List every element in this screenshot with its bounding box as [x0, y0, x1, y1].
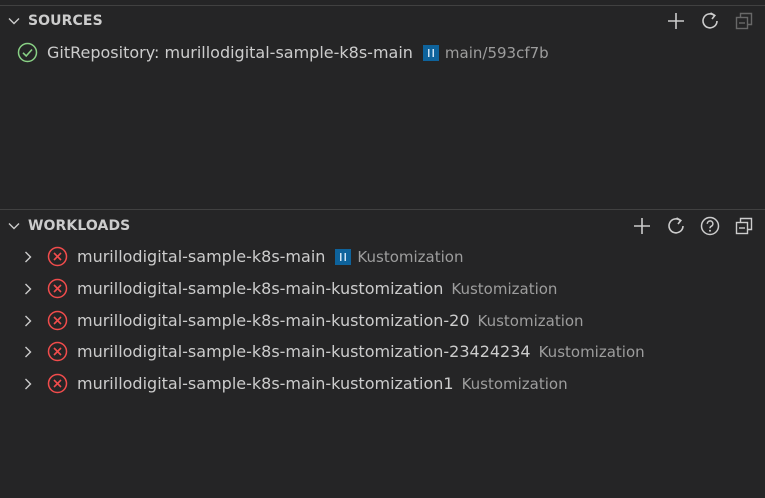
add-icon[interactable]: [631, 215, 653, 237]
refresh-icon[interactable]: [699, 10, 721, 32]
panel-top-border: [0, 5, 765, 6]
chevron-down-icon[interactable]: [7, 14, 21, 28]
sources-actions: [665, 7, 755, 35]
workload-description: Kustomization: [538, 342, 645, 361]
workloads-title: WORKLOADS: [28, 218, 131, 234]
workload-description: Kustomization: [477, 311, 584, 330]
sources-section-header[interactable]: SOURCES: [0, 7, 765, 35]
workload-tree-item[interactable]: murillodigital-sample-k8s-main-kustomiza…: [0, 305, 765, 336]
workload-tree-item[interactable]: murillodigital-sample-k8s-main Kustomiza…: [0, 241, 765, 272]
error-circle-icon: [47, 278, 68, 299]
workload-tree-item[interactable]: murillodigital-sample-k8s-main-kustomiza…: [0, 336, 765, 367]
error-circle-icon: [47, 341, 68, 362]
workloads-section-header[interactable]: WORKLOADS: [0, 212, 765, 240]
collapse-all-icon[interactable]: [733, 10, 755, 32]
source-label: GitRepository: murillodigital-sample-k8s…: [47, 43, 413, 62]
paused-icon: [422, 44, 439, 61]
add-icon[interactable]: [665, 10, 687, 32]
chevron-right-icon[interactable]: [22, 346, 34, 358]
workload-description: Kustomization: [461, 374, 568, 393]
source-tree-item[interactable]: GitRepository: murillodigital-sample-k8s…: [0, 37, 765, 68]
workload-description: Kustomization: [357, 247, 464, 266]
workload-tree-item[interactable]: murillodigital-sample-k8s-main-kustomiza…: [0, 273, 765, 304]
chevron-right-icon[interactable]: [22, 315, 34, 327]
error-circle-icon: [47, 373, 68, 394]
chevron-right-icon[interactable]: [22, 251, 34, 263]
workload-description: Kustomization: [451, 279, 558, 298]
workload-label: murillodigital-sample-k8s-main-kustomiza…: [77, 342, 531, 361]
chevron-right-icon[interactable]: [22, 378, 34, 390]
workloads-actions: [631, 212, 755, 240]
sources-title: SOURCES: [28, 13, 103, 29]
success-check-icon: [17, 42, 38, 63]
collapse-all-icon[interactable]: [733, 215, 755, 237]
source-description: main/593cf7b: [444, 43, 549, 62]
workload-label: murillodigital-sample-k8s-main-kustomiza…: [77, 374, 454, 393]
section-divider: [0, 209, 765, 210]
error-circle-icon: [47, 310, 68, 331]
chevron-right-icon[interactable]: [22, 283, 34, 295]
help-icon[interactable]: [699, 215, 721, 237]
chevron-down-icon[interactable]: [7, 219, 21, 233]
workload-label: murillodigital-sample-k8s-main-kustomiza…: [77, 311, 470, 330]
workload-label: murillodigital-sample-k8s-main: [77, 247, 326, 266]
workload-label: murillodigital-sample-k8s-main-kustomiza…: [77, 279, 444, 298]
workload-tree-item[interactable]: murillodigital-sample-k8s-main-kustomiza…: [0, 368, 765, 399]
paused-icon: [335, 248, 352, 265]
error-circle-icon: [47, 246, 68, 267]
refresh-icon[interactable]: [665, 215, 687, 237]
